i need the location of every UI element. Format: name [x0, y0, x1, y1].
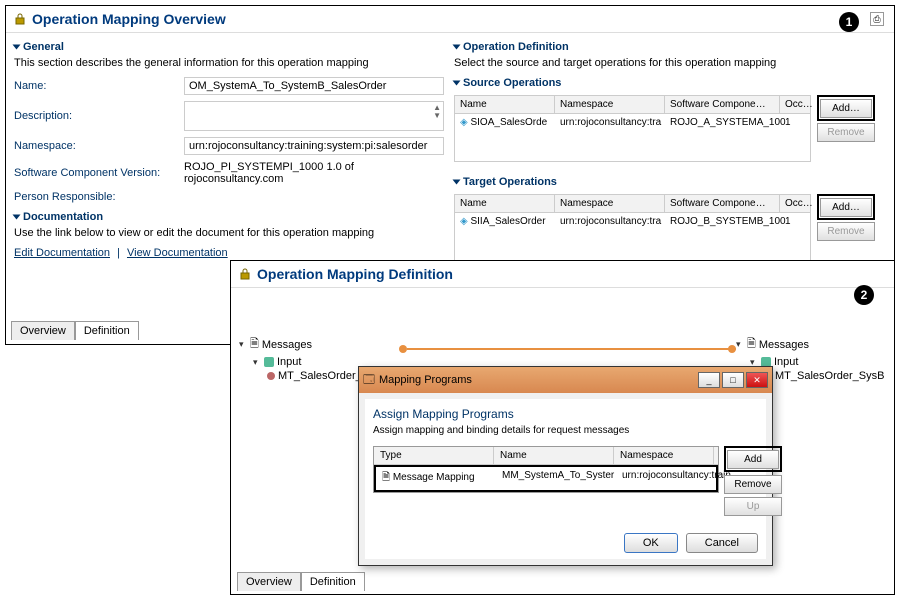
dialog-body: Assign Mapping Programs Assign mapping a… — [365, 399, 766, 559]
col-name: Name — [455, 195, 555, 212]
general-heading[interactable]: General — [14, 41, 444, 53]
messages-icon: 🗎 — [747, 335, 756, 354]
spinner-icon[interactable]: ▲▼ — [433, 104, 441, 120]
col-swc: Software Compone… — [665, 195, 780, 212]
message-type-icon — [267, 372, 275, 380]
messages-icon: 🗎 — [250, 335, 259, 354]
panel1-header: Operation Mapping Overview — [6, 6, 894, 33]
remove-source-button[interactable]: Remove — [817, 123, 875, 142]
source-ops-table: Name Namespace Software Compone… Occ… ◈ … — [454, 95, 811, 162]
right-column: Operation Definition Select the source a… — [454, 33, 886, 261]
expand-icon[interactable]: ▾ — [239, 339, 247, 350]
table-row[interactable]: 🗎 Message Mapping MM_SystemA_To_Syster u… — [374, 465, 718, 492]
description-label: Description: — [14, 110, 184, 122]
dialog-subheading: Assign mapping and binding details for r… — [373, 425, 758, 436]
connector-dot — [399, 345, 407, 353]
remove-mapping-button[interactable]: Remove — [724, 475, 782, 494]
mapping-icon: 🗎 — [382, 472, 390, 483]
collapse-icon — [453, 45, 461, 50]
add-target-button[interactable]: Add… — [820, 198, 872, 217]
general-desc: This section describes the general infor… — [14, 57, 444, 69]
add-source-button[interactable]: Add… — [820, 99, 872, 118]
opdef-heading[interactable]: Operation Definition — [454, 41, 886, 53]
connector-dot — [728, 345, 736, 353]
expand-icon[interactable]: ▾ — [736, 339, 744, 350]
swcv-value: ROJO_PI_SYSTEMPI_1000 1.0 of rojoconsult… — [184, 161, 444, 185]
responsible-label: Person Responsible: — [14, 191, 184, 203]
namespace-field[interactable] — [184, 137, 444, 155]
collapse-icon — [453, 81, 461, 86]
mapping-programs-dialog: 🗔 Mapping Programs _ □ ✕ Assign Mapping … — [358, 366, 773, 566]
name-field[interactable] — [184, 77, 444, 95]
dialog-title: Mapping Programs — [379, 374, 472, 386]
minimize-button[interactable]: _ — [698, 372, 720, 388]
expand-icon[interactable]: ▾ — [253, 357, 261, 368]
documentation-heading[interactable]: Documentation — [14, 211, 444, 223]
add-mapping-button[interactable]: Add — [727, 450, 779, 469]
maximize-button[interactable]: □ — [722, 372, 744, 388]
target-ops-heading[interactable]: Target Operations — [454, 176, 886, 188]
view-documentation-link[interactable]: View Documentation — [127, 247, 228, 259]
panel1-content: General This section describes the gener… — [6, 33, 894, 261]
collapse-icon — [13, 215, 21, 220]
left-column: General This section describes the gener… — [14, 33, 454, 261]
panel2-header: Operation Mapping Definition — [231, 261, 894, 288]
tree-node-messages[interactable]: ▾🗎Messages — [736, 334, 886, 355]
col-name: Name — [455, 96, 555, 113]
lock-icon — [239, 268, 251, 280]
link-separator: | — [117, 247, 120, 259]
col-namespace: Namespace — [555, 195, 665, 212]
mapping-programs-table: Type Name Namespace 🗎 Message Mapping MM… — [373, 446, 719, 493]
name-label: Name: — [14, 80, 184, 92]
edit-documentation-link[interactable]: Edit Documentation — [14, 247, 110, 259]
tree-node-mt-right[interactable]: MT_SalesOrder_SysB — [764, 369, 886, 383]
documentation-desc: Use the link below to view or edit the d… — [14, 227, 444, 239]
collapse-icon — [453, 180, 461, 185]
annotation-badge-1: 1 — [839, 12, 859, 32]
swcv-label: Software Component Version: — [14, 167, 184, 179]
col-occ: Occ… — [780, 96, 810, 113]
export-icon[interactable]: ⎙ — [870, 12, 884, 26]
remove-target-button[interactable]: Remove — [817, 222, 875, 241]
table-row[interactable]: ◈ SIIA_SalesOrder urn:rojoconsultancy:tr… — [455, 213, 810, 230]
service-interface-icon: ◈ — [460, 117, 468, 128]
panel1-title: Operation Mapping Overview — [32, 11, 226, 27]
dialog-titlebar[interactable]: 🗔 Mapping Programs _ □ ✕ — [359, 367, 772, 393]
tree-node-messages[interactable]: ▾🗎Messages — [239, 334, 439, 355]
collapse-icon — [13, 45, 21, 50]
opdef-desc: Select the source and target operations … — [454, 57, 886, 69]
panel2-tabs: Overview Definition — [237, 572, 365, 591]
panel1-tabs: Overview Definition — [11, 321, 139, 340]
highlight-box: Add — [724, 446, 782, 472]
up-button[interactable]: Up — [724, 497, 782, 516]
col-type: Type — [374, 447, 494, 464]
service-interface-icon: ◈ — [460, 216, 468, 227]
highlight-box: Add… — [817, 95, 875, 121]
tab-overview[interactable]: Overview — [237, 572, 301, 591]
panel2-title: Operation Mapping Definition — [257, 266, 453, 282]
col-occ: Occ… — [780, 195, 810, 212]
app-icon: 🗔 — [363, 371, 375, 390]
lock-icon — [14, 13, 26, 25]
col-name: Name — [494, 447, 614, 464]
input-icon — [264, 357, 274, 367]
col-namespace: Namespace — [614, 447, 714, 464]
source-ops-heading[interactable]: Source Operations — [454, 77, 886, 89]
close-button[interactable]: ✕ — [746, 372, 768, 388]
table-row[interactable]: ◈ SIOA_SalesOrde urn:rojoconsultancy:tra… — [455, 114, 810, 131]
tab-definition[interactable]: Definition — [75, 321, 139, 340]
highlight-box: Add… — [817, 194, 875, 220]
namespace-label: Namespace: — [14, 140, 184, 152]
col-swc: Software Compone… — [665, 96, 780, 113]
tab-definition[interactable]: Definition — [301, 572, 365, 591]
target-ops-table: Name Namespace Software Compone… Occ… ◈ … — [454, 194, 811, 261]
col-namespace: Namespace — [555, 96, 665, 113]
tab-overview[interactable]: Overview — [11, 321, 75, 340]
ok-button[interactable]: OK — [624, 533, 678, 553]
dialog-heading: Assign Mapping Programs — [373, 407, 758, 421]
connector-line — [407, 348, 736, 350]
cancel-button[interactable]: Cancel — [686, 533, 758, 553]
description-field[interactable]: ▲▼ — [184, 101, 444, 131]
